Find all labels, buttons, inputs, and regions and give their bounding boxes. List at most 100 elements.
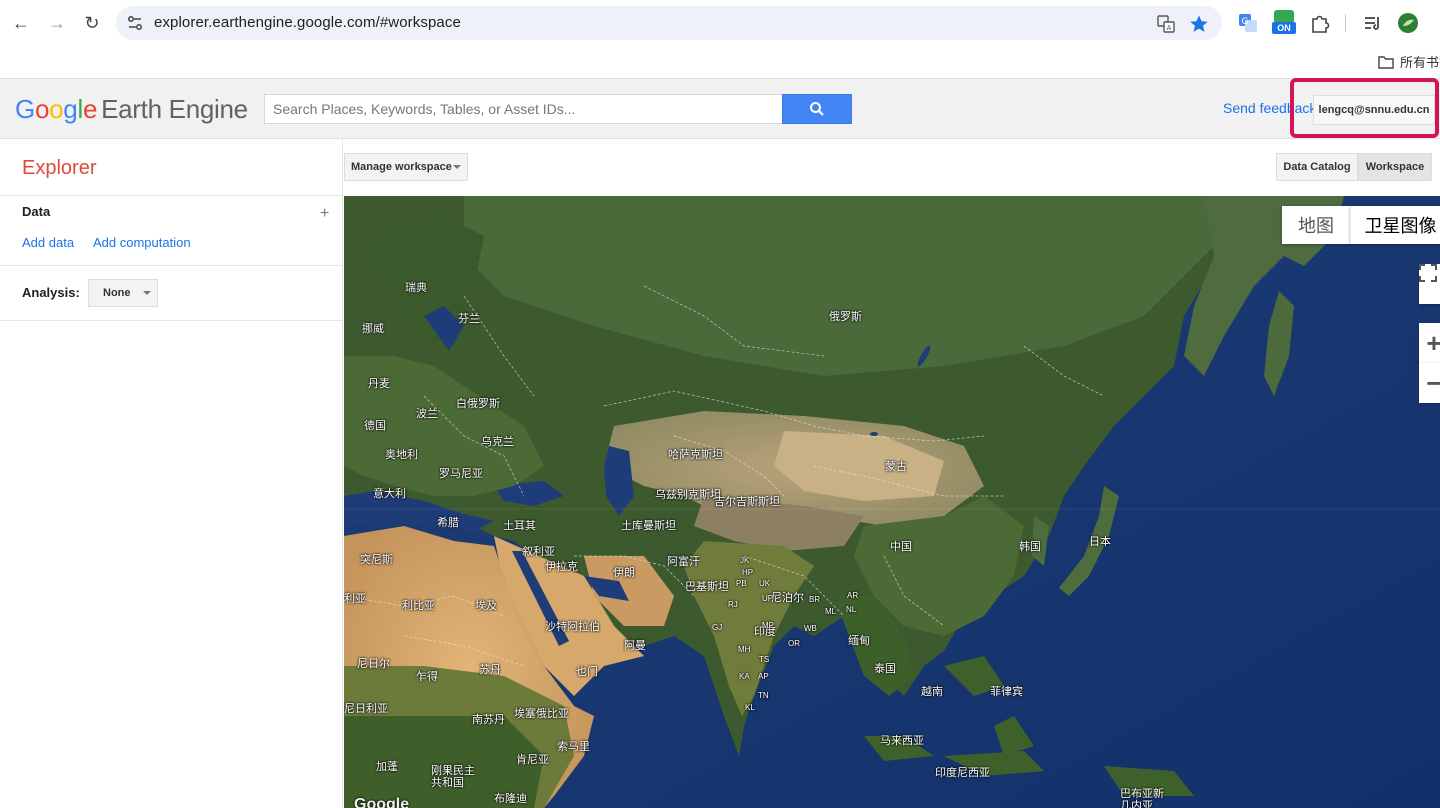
map-label: 德国 xyxy=(364,420,386,432)
map-label: AP xyxy=(758,672,769,681)
map-label: 瑞典 xyxy=(405,282,427,294)
map-label: 奥地利 xyxy=(385,449,418,461)
map-label: 利亚 xyxy=(344,593,366,605)
map-label: TS xyxy=(759,655,770,664)
map-label: 阿富汗 xyxy=(667,556,700,568)
map-label: 巴布亚新 几内亚 xyxy=(1120,788,1164,808)
analysis-dropdown[interactable]: None xyxy=(88,279,158,307)
manage-workspace-dropdown[interactable]: Manage workspace xyxy=(344,153,468,181)
divider xyxy=(0,195,343,196)
toggle-extension-icon[interactable]: ON xyxy=(1272,10,1296,36)
reload-icon[interactable]: ↻ xyxy=(79,10,105,36)
map-label: 乍得 xyxy=(416,671,438,683)
map-label: NL xyxy=(846,605,857,614)
map-label: 马来西亚 xyxy=(880,735,924,747)
map-label: 巴基斯坦 xyxy=(685,581,729,593)
translate-icon[interactable]: A xyxy=(1156,14,1176,34)
svg-text:A: A xyxy=(1167,24,1172,32)
divider xyxy=(0,320,343,321)
map-label: 日本 xyxy=(1089,536,1111,548)
zoom-out-button[interactable]: − xyxy=(1419,363,1440,403)
map-label: 土耳其 xyxy=(503,520,536,532)
map-label: 俄罗斯 xyxy=(829,311,862,323)
map-label: 吉尔吉斯斯坦 xyxy=(714,496,780,508)
url-text[interactable]: explorer.earthengine.google.com/#workspa… xyxy=(154,14,461,31)
map-label: 索马里 xyxy=(557,741,590,753)
workspace-toolbar: Manage workspace Data Catalog Workspace xyxy=(344,139,1440,196)
satellite-basemap xyxy=(344,196,1440,808)
map-label: BR xyxy=(809,595,821,604)
map-label: 突尼斯 xyxy=(360,554,393,566)
google-map-watermark: Google xyxy=(354,796,410,808)
map-label: RJ xyxy=(728,600,738,609)
map-label: 埃塞俄比亚 xyxy=(514,708,569,720)
bookmark-star-icon[interactable] xyxy=(1189,14,1209,34)
zoom-in-button[interactable]: + xyxy=(1419,323,1440,363)
data-catalog-tab[interactable]: Data Catalog xyxy=(1276,153,1358,181)
map-label: 缅甸 xyxy=(848,635,870,647)
map-label: 意大利 xyxy=(373,488,406,500)
add-computation-link[interactable]: Add computation xyxy=(93,235,191,250)
all-bookmarks-folder[interactable]: 所有书签 xyxy=(1378,52,1440,71)
map-label: 丹麦 xyxy=(368,378,390,390)
map-label: 白俄罗斯 xyxy=(456,398,500,410)
map-label: KL xyxy=(745,703,755,712)
account-button[interactable]: lengcq@snnu.edu.cn xyxy=(1313,95,1435,125)
map-label: 尼日尔 xyxy=(357,658,390,670)
map-label: 沙特阿拉伯 xyxy=(545,621,600,633)
map-label: 印度尼西亚 xyxy=(935,767,990,779)
map-label: GJ xyxy=(712,623,723,632)
fullscreen-button[interactable] xyxy=(1419,264,1440,304)
map-label: 苏丹 xyxy=(479,664,501,676)
workspace-tab[interactable]: Workspace xyxy=(1358,153,1432,181)
map-label: 波兰 xyxy=(416,408,438,420)
map-label: 乌克兰 xyxy=(481,436,514,448)
data-heading: Data xyxy=(22,204,51,219)
search-box[interactable] xyxy=(264,94,782,124)
map-type-satellite-button[interactable]: 卫星图像 xyxy=(1350,206,1440,244)
back-icon[interactable]: ← xyxy=(8,10,34,36)
chevron-down-icon xyxy=(453,165,461,169)
bookmark-folder-label: 所有书签 xyxy=(1400,55,1440,70)
map-label: 尼日利亚 xyxy=(344,703,388,715)
map-label: UK xyxy=(759,579,771,588)
map-label: MH xyxy=(738,645,751,654)
map-label: 泰国 xyxy=(874,663,896,675)
map-view[interactable]: 地图 卫星图像 + − 瑞典 挪威 芬兰 俄罗斯 丹麦 波兰 白俄罗斯 德国 乌… xyxy=(344,196,1440,808)
map-label: 也门 xyxy=(576,666,598,678)
map-label: PB xyxy=(736,579,747,588)
svg-text:G: G xyxy=(1242,17,1249,27)
map-label: JK xyxy=(740,556,750,565)
forward-icon[interactable]: → xyxy=(44,10,70,36)
map-type-map-button[interactable]: 地图 xyxy=(1282,206,1350,244)
map-label: TN xyxy=(758,691,769,700)
map-label: 乌兹别克斯坦 xyxy=(655,489,721,501)
map-label: 加蓬 xyxy=(376,761,398,773)
map-label: OR xyxy=(788,639,800,648)
address-bar[interactable]: explorer.earthengine.google.com/#workspa… xyxy=(116,6,1222,40)
search-input[interactable] xyxy=(265,95,782,123)
chevron-down-icon xyxy=(143,291,151,295)
map-label: 越南 xyxy=(921,686,943,698)
add-data-link[interactable]: Add data xyxy=(22,235,74,250)
map-label: UP xyxy=(762,594,774,603)
site-settings-icon[interactable] xyxy=(126,14,144,32)
folder-icon xyxy=(1378,55,1394,69)
map-label: 哈萨克斯坦 xyxy=(668,449,723,461)
map-label: 尼泊尔 xyxy=(771,592,804,604)
map-label: 刚果民主 共和国 xyxy=(431,765,475,789)
media-controls-icon[interactable] xyxy=(1362,12,1384,34)
search-button[interactable] xyxy=(782,94,852,124)
google-earth-engine-logo[interactable]: Google Earth Engine xyxy=(15,94,248,125)
browser-toolbar: ← → ↻ explorer.earthengine.google.com/#w… xyxy=(0,0,1440,46)
send-feedback-link[interactable]: Send feedback xyxy=(1223,100,1316,116)
extensions-puzzle-icon[interactable] xyxy=(1309,12,1331,34)
map-label: 挪威 xyxy=(362,323,384,335)
profile-avatar-icon[interactable] xyxy=(1397,12,1419,34)
translate-extension-icon[interactable]: G xyxy=(1237,12,1259,34)
map-label: 伊拉克 xyxy=(545,561,578,573)
add-icon[interactable]: + xyxy=(320,205,329,223)
fullscreen-icon xyxy=(1419,264,1437,282)
explorer-panel: Explorer Data + Add data Add computation… xyxy=(0,139,343,808)
divider xyxy=(0,265,343,266)
